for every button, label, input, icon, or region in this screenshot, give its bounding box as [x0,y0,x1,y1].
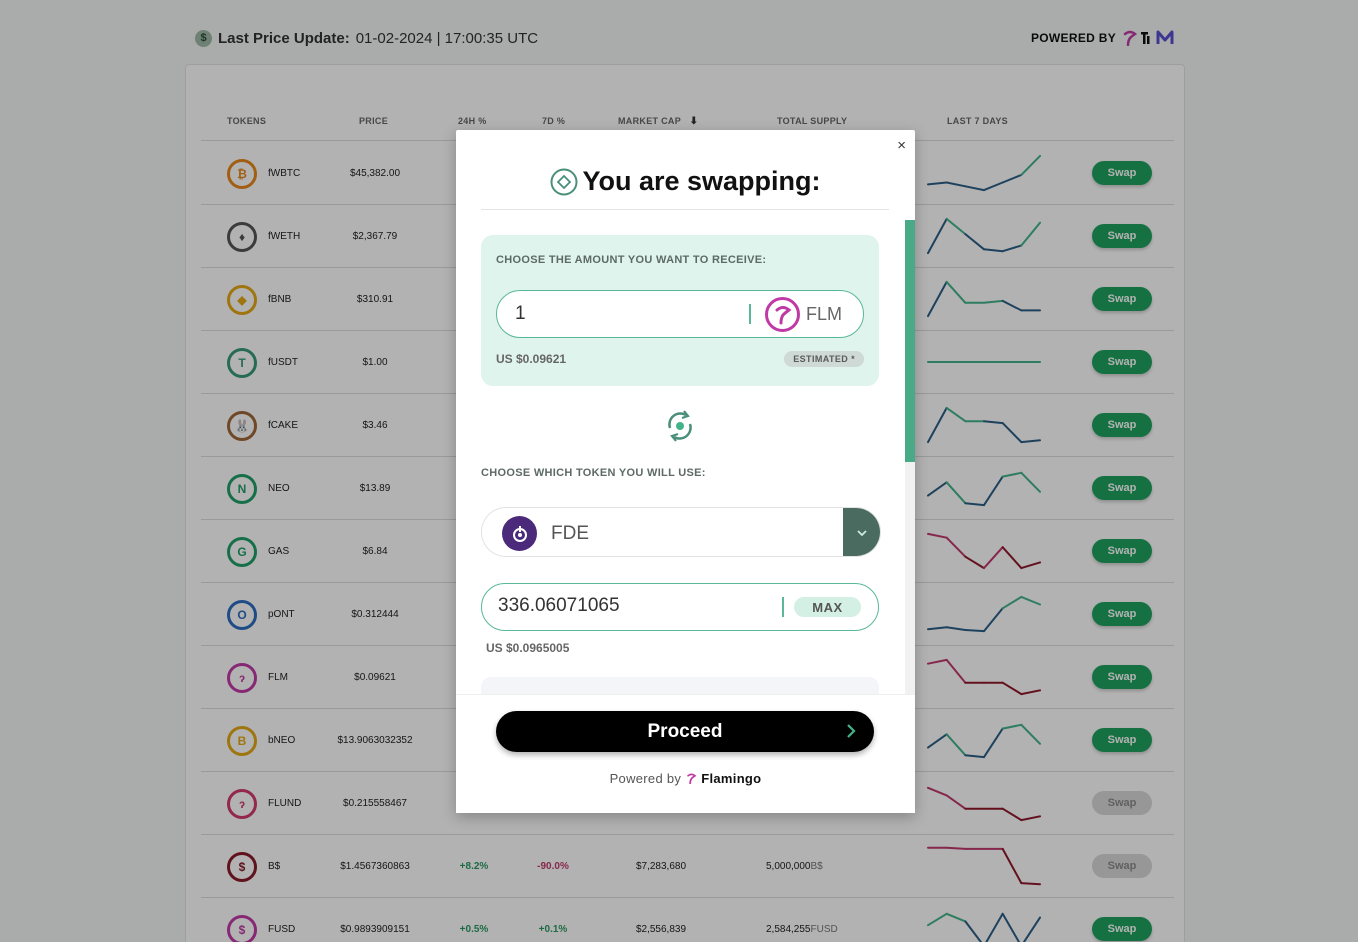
token-select-dropdown[interactable]: FDE [481,507,881,557]
swap-modal: × You are swapping: CHOOSE THE AMOUNT YO… [456,130,915,813]
powered-by-text: Powered by [609,771,682,786]
chevron-right-icon [847,724,856,738]
max-button[interactable]: MAX [794,597,861,617]
flamingo-token-icon [765,297,800,332]
use-token-label: CHOOSE WHICH TOKEN YOU WILL USE: [481,467,706,479]
powered-by-flamingo: Powered by Flamingo [456,771,915,786]
selected-token-label: FDE [551,523,589,544]
proceed-button[interactable]: Proceed [496,711,874,752]
use-usd-value: US $0.0965005 [486,641,570,655]
input-divider [782,597,784,617]
details-section-peek [481,677,879,695]
receive-amount-input[interactable] [515,303,735,325]
swap-diamond-icon [550,168,578,195]
chevron-down-icon[interactable] [843,508,880,556]
proceed-label: Proceed [647,720,723,742]
fde-token-icon [502,516,537,551]
modal-scrollbar[interactable] [905,220,915,694]
modal-title-text: You are swapping: [582,166,821,196]
input-divider [749,304,751,324]
swap-direction-icon[interactable] [664,408,696,444]
use-amount-input[interactable] [498,595,768,617]
modal-title: You are swapping: [456,166,915,197]
receive-usd-value: US $0.09621 [496,352,567,366]
receive-token-label: FLM [806,304,842,324]
use-amount-field[interactable]: MAX [481,583,879,631]
receive-amount-field[interactable]: FLM [496,290,864,338]
flamingo-brand: Flamingo [701,771,762,786]
modal-footer: Proceed Powered by Flamingo [456,694,915,813]
receive-section: CHOOSE THE AMOUNT YOU WANT TO RECEIVE: F… [481,235,879,386]
title-divider [481,209,889,210]
close-icon[interactable]: × [897,137,906,154]
estimated-badge: ESTIMATED * [784,351,864,367]
scrollbar-thumb[interactable] [905,220,915,462]
flamingo-logo-icon [687,773,697,784]
receive-label: CHOOSE THE AMOUNT YOU WANT TO RECEIVE: [496,254,767,266]
